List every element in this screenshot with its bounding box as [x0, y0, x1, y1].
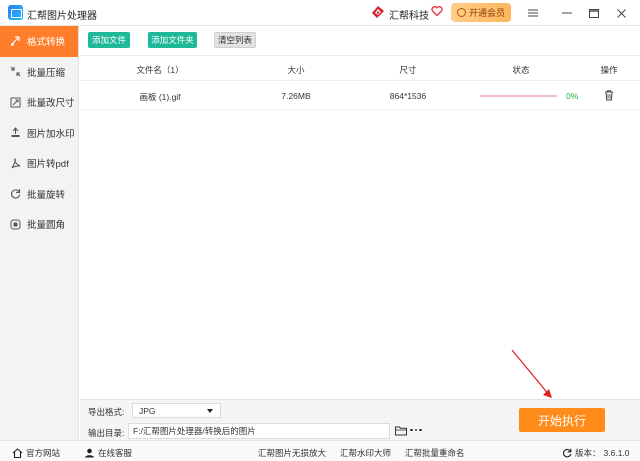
- app-logo-icon: [8, 5, 23, 20]
- support-link[interactable]: 在线客服: [84, 447, 132, 459]
- footer-link-rename[interactable]: 汇帮批量重命名: [405, 447, 465, 459]
- column-header-dimensions: 尺寸: [399, 65, 417, 75]
- footer-link-upscale[interactable]: 汇帮图片无损放大: [258, 447, 326, 459]
- footer: 官方网站 在线客服 汇帮图片无损放大 汇帮水印大师 汇帮批量重命名 版本： 3.…: [0, 440, 640, 461]
- vip-label: 开通会员: [468, 8, 505, 18]
- round-corner-icon: [10, 219, 21, 230]
- menu-icon: [528, 9, 538, 17]
- toolbar: 添加文件 添加文件夹 清空列表: [80, 26, 640, 54]
- sidebar: 格式转换 批量压缩 批量改尺寸 图片加水印 图片转pdf 批量旋转 批量圆角: [0, 26, 79, 440]
- column-header-status: 状态: [512, 65, 530, 75]
- sidebar-item-batch-rotate[interactable]: 批量旋转: [0, 179, 78, 210]
- add-file-button[interactable]: 添加文件: [88, 32, 130, 48]
- refresh-icon: [562, 448, 572, 458]
- sidebar-item-label: 图片加水印: [27, 128, 75, 140]
- format-label: 导出格式:: [88, 407, 125, 417]
- add-folder-button[interactable]: 添加文件夹: [148, 32, 197, 48]
- table-header: 文件名（1） 大小 尺寸 状态 操作: [80, 56, 640, 81]
- progress-percent: 0%: [566, 91, 579, 101]
- file-name: 画板 (1).gif: [139, 92, 181, 102]
- pdf-icon: [10, 157, 21, 169]
- close-icon: [616, 8, 626, 18]
- version-info: 版本： 3.6.1.0: [562, 447, 630, 459]
- sidebar-item-round-corner[interactable]: 批量圆角: [0, 209, 78, 240]
- brand-logo-icon: [372, 6, 384, 18]
- sidebar-item-label: 图片转pdf: [27, 159, 69, 171]
- vip-icon: [456, 8, 466, 17]
- convert-icon: [10, 36, 21, 47]
- maximize-button[interactable]: [584, 4, 604, 22]
- footer-link-watermark[interactable]: 汇帮水印大师: [340, 447, 391, 459]
- support-label: 在线客服: [98, 448, 133, 458]
- sidebar-item-to-pdf[interactable]: 图片转pdf: [0, 148, 78, 179]
- dir-label: 输出目录:: [88, 428, 125, 438]
- progress-bar: [480, 95, 557, 97]
- chevron-down-icon: [207, 409, 213, 413]
- column-header-name: 文件名（1）: [136, 65, 184, 75]
- vip-button[interactable]: 开通会员: [451, 3, 511, 22]
- clear-list-button[interactable]: 清空列表: [214, 32, 256, 48]
- sidebar-item-batch-resize[interactable]: 批量改尺寸: [0, 87, 78, 118]
- export-panel: 导出格式: JPG 输出目录: F:/汇帮图片处理器/转换后的图片 开始执行: [80, 399, 640, 440]
- title-bar: 汇帮图片处理器 汇帮科技 开通会员: [0, 0, 640, 26]
- watermark-icon: [10, 127, 21, 138]
- sidebar-item-batch-compress[interactable]: 批量压缩: [0, 57, 78, 88]
- menu-button[interactable]: [523, 4, 543, 22]
- table-row[interactable]: 画板 (1).gif 7.26MB 864*1536 0%: [80, 82, 640, 110]
- more-icon[interactable]: [410, 426, 422, 434]
- file-size: 7.26MB: [281, 91, 311, 101]
- support-icon: [85, 448, 94, 458]
- home-icon: [12, 448, 23, 458]
- sidebar-item-watermark[interactable]: 图片加水印: [0, 118, 78, 149]
- version-value: 3.6.1.0: [603, 448, 630, 458]
- column-header-size: 大小: [287, 65, 305, 75]
- file-dimensions: 864*1536: [389, 91, 427, 101]
- brand-name: 汇帮科技: [389, 11, 429, 22]
- output-dir-input[interactable]: F:/汇帮图片处理器/转换后的图片: [128, 423, 390, 439]
- sidebar-item-label: 批量改尺寸: [27, 98, 75, 110]
- column-header-action: 操作: [600, 65, 618, 75]
- sidebar-item-format-convert[interactable]: 格式转换: [0, 26, 78, 57]
- app-title: 汇帮图片处理器: [27, 11, 97, 22]
- sidebar-item-label: 格式转换: [27, 37, 66, 49]
- maximize-icon: [589, 8, 599, 18]
- start-button[interactable]: 开始执行: [519, 408, 605, 432]
- folder-icon[interactable]: [395, 425, 407, 436]
- sidebar-item-label: 批量压缩: [27, 67, 66, 79]
- sidebar-item-label: 批量旋转: [27, 189, 66, 201]
- compress-icon: [10, 66, 21, 77]
- sidebar-item-label: 批量圆角: [27, 220, 66, 232]
- delete-icon[interactable]: [603, 89, 615, 101]
- website-label: 官方网站: [26, 448, 61, 458]
- minimize-icon: [562, 12, 572, 14]
- format-value: JPG: [139, 405, 156, 416]
- minimize-button[interactable]: [557, 4, 577, 22]
- heart-icon[interactable]: [431, 5, 443, 17]
- format-select[interactable]: JPG: [132, 403, 221, 418]
- close-button[interactable]: [611, 4, 631, 22]
- resize-icon: [10, 97, 21, 108]
- website-link[interactable]: 官方网站: [12, 447, 60, 459]
- rotate-icon: [10, 188, 21, 199]
- version-label: 版本：: [575, 448, 601, 458]
